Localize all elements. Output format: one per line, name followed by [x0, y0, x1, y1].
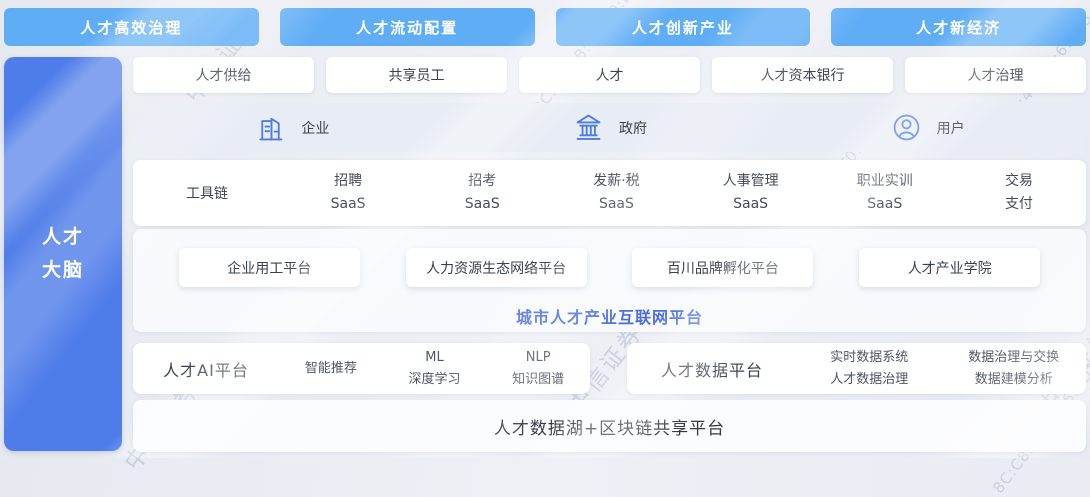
- toolchain-label: 工具链: [133, 183, 281, 203]
- actor-user: 用户: [768, 103, 1086, 152]
- city-talent-internet-platform-title: 城市人才产业互联网平台: [133, 304, 1086, 328]
- ai-platform-title: 人才AI平台: [133, 357, 279, 381]
- toolchain-hr-management-saas: 人事管理SaaS: [684, 170, 818, 216]
- platform-row: 企业用工平台 人力资源生态网络平台 百川品牌孵化平台 人才产业学院: [133, 229, 1086, 287]
- toolchain-exam-saas: 招考SaaS: [415, 170, 549, 216]
- box-talent-industry-academy: 人才产业学院: [859, 248, 1040, 287]
- track-talent-new-economy: 人才新经济: [831, 8, 1086, 46]
- track-talent-governance: 人才高效治理: [4, 8, 259, 46]
- building-icon: [254, 111, 287, 144]
- box-talent-supply: 人才供给: [133, 57, 314, 93]
- bank-icon: [572, 111, 605, 144]
- actor-government: 政府: [451, 103, 769, 152]
- data-lake-blockchain-bar: 人才数据湖+区块链共享平台: [133, 400, 1086, 452]
- box-talent-governance: 人才治理: [905, 57, 1086, 93]
- city-platform-panel: 企业用工平台 人力资源生态网络平台 百川品牌孵化平台 人才产业学院 城市人才产业…: [133, 229, 1086, 332]
- top-track-row: 人才高效治理 人才流动配置 人才创新产业 人才新经济: [4, 8, 1086, 46]
- toolchain-payroll-tax-saas: 发薪·税SaaS: [549, 170, 683, 216]
- data-platform-title: 人才数据平台: [627, 357, 797, 381]
- ai-item-ml-deep-learning: ML深度学习: [383, 347, 487, 390]
- actor-band: 企业 政府 用户: [133, 103, 1086, 152]
- toolchain-bar: 工具链 招聘SaaS 招考SaaS 发薪·税SaaS 人事管理SaaS 职业实训…: [133, 160, 1086, 226]
- actor-label: 企业: [301, 118, 329, 138]
- talent-brain-label: 人才 大脑: [42, 221, 84, 288]
- box-talent: 人才: [519, 57, 700, 93]
- toolchain-recruiting-saas: 招聘SaaS: [281, 170, 415, 216]
- toolchain-trade-payment: 交易支付: [952, 170, 1086, 216]
- talent-data-platform-bar: 人才数据平台 实时数据系统人才数据治理 数据治理与交换数据建模分析: [627, 343, 1086, 394]
- ai-item-nlp-knowledge-graph: NLP知识图谱: [486, 347, 590, 390]
- actor-label: 政府: [619, 118, 647, 138]
- data-item-realtime-governance: 实时数据系统人才数据治理: [797, 347, 942, 390]
- track-talent-innovation: 人才创新产业: [556, 8, 811, 46]
- box-enterprise-employment-platform: 企业用工平台: [179, 248, 360, 287]
- track-talent-flow: 人才流动配置: [280, 8, 535, 46]
- user-icon: [890, 111, 923, 144]
- actor-enterprise: 企业: [133, 103, 451, 152]
- talent-brain-block: 人才 大脑: [4, 57, 122, 451]
- box-baichuan-brand-incubation-platform: 百川品牌孵化平台: [632, 248, 813, 287]
- box-talent-capital-bank: 人才资本银行: [712, 57, 893, 93]
- toolchain-vocational-training-saas: 职业实训SaaS: [818, 170, 952, 216]
- data-lake-blockchain-label: 人才数据湖+区块链共享平台: [494, 414, 725, 439]
- talent-ai-platform-bar: 人才AI平台 智能推荐 ML深度学习 NLP知识图谱: [133, 343, 590, 394]
- data-item-exchange-modeling: 数据治理与交换数据建模分析: [942, 347, 1087, 390]
- box-shared-staff: 共享员工: [326, 57, 507, 93]
- actor-label: 用户: [937, 118, 965, 138]
- ai-item-smart-recommendation: 智能推荐: [279, 358, 383, 379]
- box-hr-ecosystem-network-platform: 人力资源生态网络平台: [406, 248, 587, 287]
- supply-row: 人才供给 共享员工 人才 人才资本银行 人才治理: [133, 57, 1086, 93]
